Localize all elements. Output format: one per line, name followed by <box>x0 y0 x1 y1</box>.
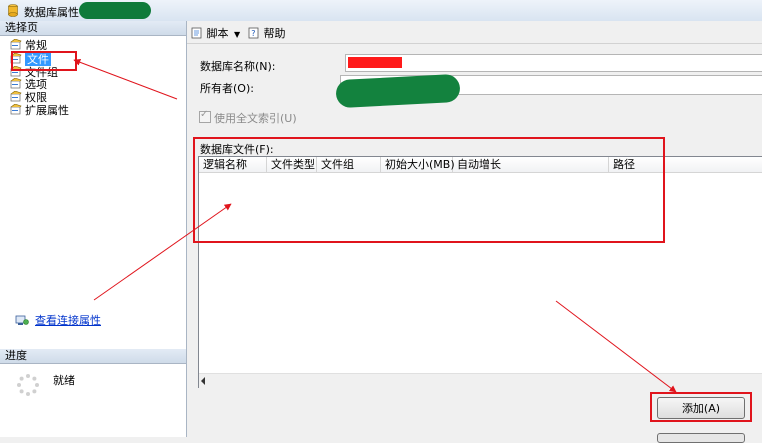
select-page-header: 选择页 <box>0 21 186 36</box>
help-icon: ? <box>248 27 259 39</box>
fulltext-index-checkbox[interactable] <box>199 109 211 123</box>
connection-properties-row: 查看连接属性 <box>15 312 101 329</box>
help-button[interactable]: ? 帮助 <box>248 25 286 41</box>
script-button[interactable]: 脚本 ▼ <box>191 25 240 41</box>
fulltext-index-row: 使用全文索引(U) <box>199 109 297 126</box>
window-title: 数据库属性 <box>24 6 79 19</box>
sidebar-item-label: 权限 <box>25 91 47 104</box>
redaction-mark <box>335 73 461 109</box>
fulltext-index-label: 使用全文索引(U) <box>214 112 297 125</box>
sidebar-item-label: 选项 <box>25 78 47 91</box>
sidebar-item-extended-properties[interactable]: 扩展属性 <box>10 104 69 117</box>
dialog-button-partial[interactable] <box>657 433 745 443</box>
scroll-left-icon[interactable] <box>201 377 205 385</box>
connection-icon <box>15 315 29 325</box>
view-connection-properties-link[interactable]: 查看连接属性 <box>35 314 101 327</box>
redaction-mark <box>348 57 402 68</box>
left-pane: 选择页 常规 文件 文件组 选项 权限 扩展属性 查看连接属性 进度 就绪 <box>0 21 187 437</box>
script-icon <box>191 27 202 39</box>
chevron-down-icon: ▼ <box>234 30 241 39</box>
database-name-input[interactable] <box>345 54 762 72</box>
owner-label: 所有者(O): <box>200 82 254 95</box>
database-icon <box>8 4 18 17</box>
redaction-mark <box>79 2 151 19</box>
sidebar-item-permissions[interactable]: 权限 <box>10 91 47 104</box>
page-icon <box>10 91 22 102</box>
page-icon <box>10 104 22 115</box>
help-label: 帮助 <box>263 27 286 40</box>
script-label: 脚本 <box>206 27 229 40</box>
sidebar-item-label: 扩展属性 <box>25 104 69 117</box>
page-icon <box>10 78 22 89</box>
progress-header: 进度 <box>0 349 186 364</box>
progress-status: 就绪 <box>53 374 75 387</box>
progress-spinner-icon <box>17 374 39 396</box>
annotation-box-grid <box>193 137 665 243</box>
annotation-box-add <box>650 392 752 422</box>
annotation-box-files <box>11 51 77 71</box>
database-name-label: 数据库名称(N): <box>200 60 276 73</box>
page-icon <box>10 39 22 50</box>
svg-text:?: ? <box>251 29 255 38</box>
window-titlebar: 数据库属性 <box>0 0 762 22</box>
sidebar-item-options[interactable]: 选项 <box>10 78 47 91</box>
toolbar: 脚本 ▼ ? 帮助 <box>187 21 762 44</box>
horizontal-scrollbar[interactable] <box>199 373 762 388</box>
